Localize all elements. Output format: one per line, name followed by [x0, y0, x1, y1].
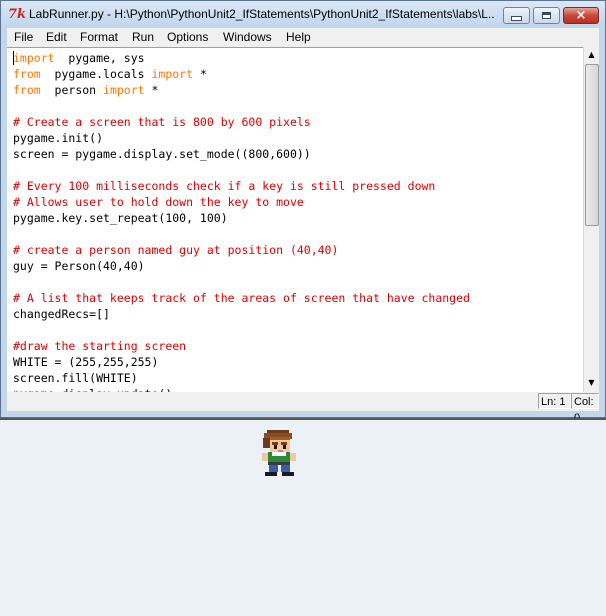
- menu-bar: File Edit Format Run Options Windows Hel…: [7, 28, 599, 47]
- code-line[interactable]: # A list that keeps track of the areas o…: [13, 290, 470, 306]
- line-number: Ln: 1: [538, 393, 571, 409]
- code-keyword: import: [13, 51, 55, 65]
- code-line[interactable]: guy = Person(40,40): [13, 258, 145, 274]
- code-line[interactable]: from pygame.locals import *: [13, 66, 207, 82]
- status-bar: Ln: 1 Col: 0: [7, 392, 599, 424]
- code-line[interactable]: screen = pygame.display.set_mode((800,60…: [13, 146, 311, 162]
- code-editor[interactable]: import pygame, sys from pygame.locals imp…: [7, 47, 583, 392]
- code-line[interactable]: from person import *: [13, 82, 158, 98]
- idle-tk-icon: 7k: [8, 7, 27, 22]
- code-line[interactable]: screen.fill(WHITE): [13, 370, 138, 386]
- title-bar[interactable]: 7k LabRunner.py - H:\Python\PythonUnit2_…: [1, 1, 605, 28]
- code-line[interactable]: pygame.key.set_repeat(100, 100): [13, 210, 228, 226]
- code-text: person: [40, 83, 104, 97]
- menu-file[interactable]: File: [14, 29, 33, 45]
- code-text: pygame.init(): [13, 131, 104, 145]
- code-comment: # Every 100 milliseconds check if a key …: [13, 179, 436, 193]
- menu-edit[interactable]: Edit: [46, 29, 67, 45]
- code-text: screen.fill(WHITE): [13, 371, 138, 385]
- minimize-icon: [511, 16, 522, 21]
- code-comment: # create a person named guy at position …: [13, 243, 339, 257]
- code-text: *: [193, 67, 207, 81]
- code-text: screen = pygame.display.set_mode((800,60…: [13, 147, 311, 161]
- menu-run[interactable]: Run: [132, 29, 154, 45]
- close-button[interactable]: ×: [563, 7, 599, 24]
- window-title: LabRunner.py - H:\Python\PythonUnit2_IfS…: [29, 7, 494, 21]
- code-comment: # A list that keeps track of the areas o…: [13, 291, 470, 305]
- code-line[interactable]: import pygame, sys: [13, 50, 145, 66]
- menu-format[interactable]: Format: [80, 29, 118, 45]
- code-keyword: from: [13, 83, 41, 97]
- code-keyword: from: [13, 67, 41, 81]
- code-keyword: import: [151, 67, 194, 81]
- code-comment: # Create a screen that is 800 by 600 pix…: [13, 115, 311, 129]
- close-icon: ×: [575, 8, 587, 23]
- code-line[interactable]: # Every 100 milliseconds check if a key …: [13, 178, 435, 194]
- vertical-scrollbar[interactable]: ▲ ▼: [583, 47, 599, 392]
- code-text: *: [144, 83, 159, 97]
- scroll-up-icon[interactable]: ▲: [584, 47, 599, 63]
- maximize-icon: [542, 12, 551, 19]
- code-text: changedRecs=[]: [13, 307, 110, 321]
- menu-windows[interactable]: Windows: [223, 29, 272, 45]
- pygame-canvas: [0, 418, 606, 616]
- code-line[interactable]: # Create a screen that is 800 by 600 pix…: [13, 114, 311, 130]
- code-text: guy = Person(40,40): [13, 259, 145, 273]
- code-line[interactable]: # create a person named guy at position …: [13, 242, 338, 258]
- minimize-button[interactable]: [503, 7, 530, 24]
- menu-help[interactable]: Help: [286, 29, 311, 45]
- code-line[interactable]: WHITE = (255,255,255): [13, 354, 158, 370]
- code-comment: # Allows user to hold down the key to mo…: [13, 195, 304, 209]
- code-comment: #draw the starting screen: [13, 339, 187, 353]
- code-line[interactable]: pygame.init(): [13, 130, 103, 146]
- code-text: WHITE = (255,255,255): [13, 355, 159, 369]
- code-text: pygame.key.set_repeat(100, 100): [13, 211, 228, 225]
- code-keyword: import: [103, 83, 145, 97]
- maximize-button[interactable]: [533, 7, 560, 24]
- person-sprite: [262, 430, 296, 476]
- scroll-down-icon[interactable]: ▼: [584, 375, 599, 391]
- code-text: pygame.locals: [40, 67, 152, 81]
- scroll-thumb[interactable]: [585, 64, 599, 226]
- column-number: Col: 0: [571, 393, 599, 424]
- code-text: pygame, sys: [54, 51, 145, 65]
- code-line[interactable]: # Allows user to hold down the key to mo…: [13, 194, 304, 210]
- idle-editor-window: 7k LabRunner.py - H:\Python\PythonUnit2_…: [0, 0, 606, 424]
- menu-options[interactable]: Options: [167, 29, 208, 45]
- code-line[interactable]: #draw the starting screen: [13, 338, 186, 354]
- code-line[interactable]: changedRecs=[]: [13, 306, 110, 322]
